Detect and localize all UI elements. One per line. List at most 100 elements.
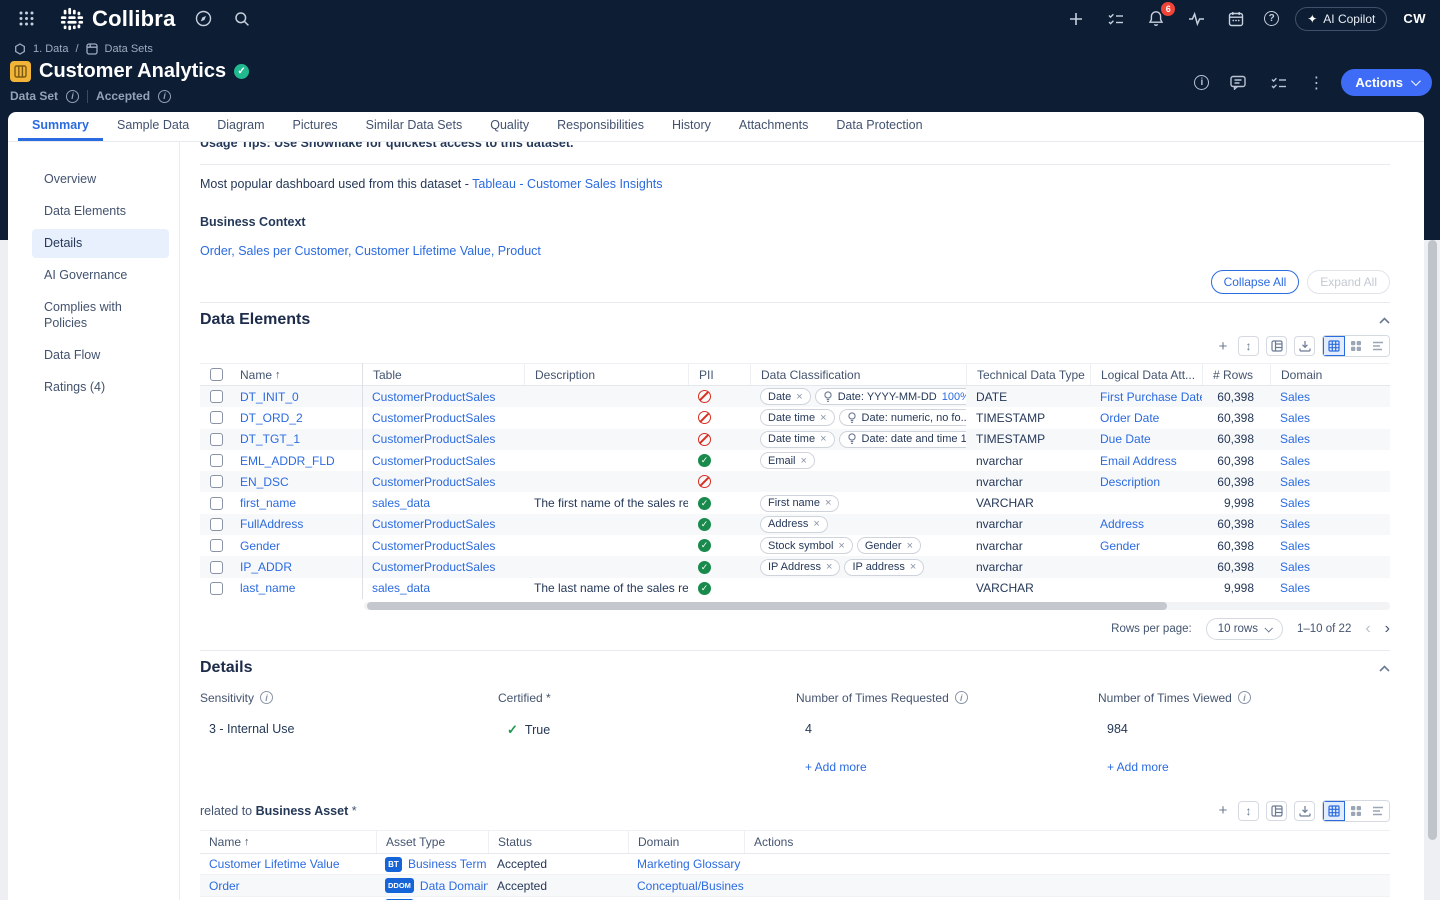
row-checkbox[interactable] bbox=[210, 433, 223, 446]
table-view-icon[interactable] bbox=[1323, 801, 1345, 821]
classification-chip[interactable]: Email× bbox=[760, 452, 815, 469]
related-asset-name-link[interactable]: Order bbox=[209, 879, 240, 893]
column-header-description[interactable]: Description bbox=[524, 364, 688, 385]
column-header-pii[interactable]: PII bbox=[688, 364, 750, 385]
table-name-link[interactable]: CustomerProductSales bbox=[372, 411, 495, 425]
compass-icon[interactable] bbox=[192, 7, 216, 31]
tab-data-protection[interactable]: Data Protection bbox=[822, 112, 936, 141]
classification-chip[interactable]: Address× bbox=[760, 516, 828, 533]
data-element-name-link[interactable]: EML_ADDR_FLD bbox=[240, 454, 335, 468]
related-column-header-actions[interactable]: Actions bbox=[744, 831, 1390, 853]
row-checkbox[interactable] bbox=[210, 497, 223, 510]
remove-classification-icon[interactable]: × bbox=[907, 540, 913, 552]
asset-type-link[interactable]: Business Term bbox=[408, 857, 486, 871]
add-relation-icon[interactable]: + bbox=[1215, 802, 1231, 819]
classification-chip[interactable]: First name× bbox=[760, 495, 839, 512]
logical-attribute-link[interactable]: First Purchase Date bbox=[1100, 390, 1202, 404]
domain-link[interactable]: Sales bbox=[1280, 390, 1310, 404]
add-more-button[interactable]: + Add more bbox=[796, 760, 1098, 774]
domain-link[interactable]: Sales bbox=[1280, 560, 1310, 574]
field-info-icon[interactable]: i bbox=[955, 691, 968, 704]
field-info-icon[interactable]: i bbox=[260, 691, 273, 704]
classification-chip[interactable]: Stock symbol× bbox=[760, 537, 853, 554]
tasks-icon[interactable] bbox=[1104, 7, 1128, 31]
asset-info-icon[interactable]: i bbox=[1194, 75, 1209, 90]
tab-history[interactable]: History bbox=[658, 112, 725, 141]
collapse-section-icon[interactable] bbox=[1379, 311, 1390, 329]
column-header-name[interactable]: Name↑ bbox=[230, 364, 362, 385]
data-element-name-link[interactable]: Gender bbox=[240, 539, 280, 553]
column-header-technical-data-type[interactable]: Technical Data Type bbox=[966, 364, 1090, 385]
remove-classification-icon[interactable]: × bbox=[801, 455, 807, 467]
logical-attribute-link[interactable]: Email Address bbox=[1100, 454, 1177, 468]
suggested-classification-chip[interactable]: Date: date and time 1... bbox=[839, 431, 966, 448]
user-avatar[interactable]: CW bbox=[1403, 11, 1426, 26]
tab-summary[interactable]: Summary bbox=[18, 112, 103, 141]
remove-classification-icon[interactable]: × bbox=[820, 412, 826, 424]
remove-classification-icon[interactable]: × bbox=[910, 561, 916, 573]
sidebar-item-complies-with-policies[interactable]: Complies with Policies bbox=[32, 293, 169, 339]
tab-diagram[interactable]: Diagram bbox=[203, 112, 278, 141]
breadcrumb-item-data[interactable]: 1. Data bbox=[33, 43, 68, 55]
table-name-link[interactable]: CustomerProductSales bbox=[372, 539, 495, 553]
row-height-icon[interactable]: ↕ bbox=[1238, 336, 1259, 356]
collapse-all-button[interactable]: Collapse All bbox=[1211, 270, 1300, 294]
remove-classification-icon[interactable]: × bbox=[820, 433, 826, 445]
column-header-table[interactable]: Table bbox=[362, 364, 524, 385]
field-info-icon[interactable]: i bbox=[1238, 691, 1251, 704]
data-element-name-link[interactable]: EN_DSC bbox=[240, 475, 289, 489]
card-view-icon[interactable] bbox=[1345, 801, 1367, 821]
list-view-icon[interactable] bbox=[1367, 801, 1389, 821]
classification-chip[interactable]: Date time× bbox=[760, 409, 835, 426]
comments-icon[interactable] bbox=[1226, 71, 1250, 95]
table-name-link[interactable]: sales_data bbox=[372, 581, 430, 595]
table-name-link[interactable]: sales_data bbox=[372, 496, 430, 510]
list-view-icon[interactable] bbox=[1367, 336, 1389, 356]
more-options-kebab-icon[interactable]: ⋮ bbox=[1308, 73, 1324, 93]
row-checkbox[interactable] bbox=[210, 475, 223, 488]
table-name-link[interactable]: CustomerProductSales bbox=[372, 560, 495, 574]
row-checkbox[interactable] bbox=[210, 582, 223, 595]
search-icon[interactable] bbox=[230, 7, 254, 31]
status-info-icon[interactable]: i bbox=[158, 90, 171, 103]
data-element-name-link[interactable]: DT_INIT_0 bbox=[240, 390, 299, 404]
next-page-icon[interactable]: › bbox=[1385, 620, 1390, 638]
table-name-link[interactable]: CustomerProductSales bbox=[372, 454, 495, 468]
calendar-icon[interactable] bbox=[1224, 7, 1248, 31]
help-icon[interactable]: ? bbox=[1264, 11, 1279, 26]
column-header-domain[interactable]: Domain bbox=[1270, 364, 1390, 385]
create-plus-icon[interactable] bbox=[1064, 7, 1088, 31]
domain-link[interactable]: Sales bbox=[1280, 496, 1310, 510]
domain-link[interactable]: Sales bbox=[1280, 475, 1310, 489]
domain-link[interactable]: Sales bbox=[1280, 581, 1310, 595]
remove-classification-icon[interactable]: × bbox=[838, 540, 844, 552]
related-column-header-name[interactable]: Name↑ bbox=[200, 831, 376, 853]
related-column-header-domain[interactable]: Domain bbox=[628, 831, 744, 853]
data-element-name-link[interactable]: FullAddress bbox=[240, 517, 303, 531]
related-domain-link[interactable]: Conceptual/Busines... bbox=[637, 879, 744, 893]
column-header-rows[interactable]: # Rows bbox=[1202, 364, 1270, 385]
collibra-logo[interactable]: Collibra bbox=[60, 6, 176, 32]
sidebar-item-ratings-4[interactable]: Ratings (4) bbox=[32, 373, 169, 402]
domain-link[interactable]: Sales bbox=[1280, 432, 1310, 446]
tab-responsibilities[interactable]: Responsibilities bbox=[543, 112, 658, 141]
table-view-icon[interactable] bbox=[1323, 336, 1345, 356]
column-settings-icon[interactable] bbox=[1266, 336, 1287, 356]
logical-attribute-link[interactable]: Description bbox=[1100, 475, 1160, 489]
data-element-name-link[interactable]: DT_TGT_1 bbox=[240, 432, 300, 446]
domain-link[interactable]: Sales bbox=[1280, 539, 1310, 553]
related-asset-name-link[interactable]: Customer Lifetime Value bbox=[209, 857, 340, 871]
row-checkbox[interactable] bbox=[210, 561, 223, 574]
apps-grid-icon[interactable] bbox=[14, 7, 38, 31]
row-checkbox[interactable] bbox=[210, 390, 223, 403]
asset-type-link[interactable]: Data Domain bbox=[420, 879, 488, 893]
column-header-data-classification[interactable]: Data Classification bbox=[750, 364, 966, 385]
logical-attribute-link[interactable]: Due Date bbox=[1100, 432, 1151, 446]
tab-similar-data-sets[interactable]: Similar Data Sets bbox=[352, 112, 477, 141]
table-name-link[interactable]: CustomerProductSales bbox=[372, 432, 495, 446]
suggested-classification-chip[interactable]: Date: YYYY-MM-DD100%... bbox=[815, 388, 966, 405]
sidebar-item-ai-governance[interactable]: AI Governance bbox=[32, 261, 169, 290]
table-name-link[interactable]: CustomerProductSales bbox=[372, 475, 495, 489]
domain-link[interactable]: Sales bbox=[1280, 411, 1310, 425]
asset-type-info-icon[interactable]: i bbox=[66, 90, 79, 103]
